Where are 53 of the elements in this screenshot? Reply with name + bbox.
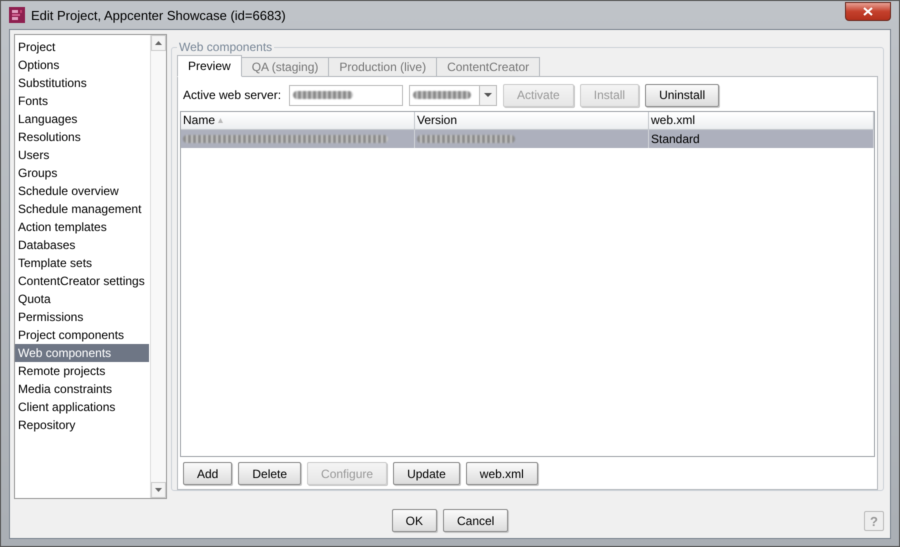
category-item[interactable]: Databases <box>15 236 149 254</box>
action-button[interactable]: web.xml <box>466 462 538 485</box>
server-action-button[interactable]: Uninstall <box>645 84 720 106</box>
sort-icon <box>218 118 224 123</box>
category-item[interactable]: Remote projects <box>15 362 149 380</box>
tab[interactable]: QA (staging) <box>240 57 330 77</box>
scroll-down-button[interactable] <box>151 482 166 498</box>
close-icon <box>863 6 873 16</box>
category-item[interactable]: Web components <box>15 344 149 362</box>
category-item[interactable]: Options <box>15 56 149 74</box>
category-item[interactable]: Repository <box>15 416 149 434</box>
dropdown-arrow-icon <box>484 93 492 97</box>
action-button[interactable]: Delete <box>238 462 302 485</box>
down-arrow-icon <box>155 488 162 492</box>
group-title: Web components <box>178 40 274 54</box>
category-item[interactable]: Client applications <box>15 398 149 416</box>
close-button[interactable] <box>845 2 891 20</box>
dialog-button[interactable]: Cancel <box>442 509 508 532</box>
category-item[interactable]: Languages <box>15 110 149 128</box>
category-item[interactable]: Project <box>15 38 149 56</box>
category-item[interactable]: Schedule overview <box>15 182 149 200</box>
column-header[interactable]: Version <box>415 112 649 129</box>
action-button[interactable]: Update <box>393 462 460 485</box>
up-arrow-icon <box>155 41 162 45</box>
column-header[interactable]: web.xml <box>649 112 874 129</box>
scroll-up-button[interactable] <box>151 35 166 51</box>
tab[interactable]: Preview <box>177 55 242 77</box>
category-item[interactable]: Substitutions <box>15 74 149 92</box>
tab[interactable]: Production (live) <box>328 57 438 77</box>
scrollbar[interactable] <box>150 35 166 498</box>
category-item[interactable]: Fonts <box>15 92 149 110</box>
category-item[interactable]: Schedule management <box>15 200 149 218</box>
category-item[interactable]: Template sets <box>15 254 149 272</box>
server-field[interactable] <box>289 84 404 106</box>
table-cell: Standard <box>651 132 700 146</box>
dialog-button[interactable]: OK <box>392 509 437 532</box>
category-item[interactable]: ContentCreator settings <box>15 272 149 290</box>
window-title: Edit Project, Appcenter Showcase (id=6683) <box>31 8 286 22</box>
column-header[interactable]: Name <box>181 112 415 129</box>
category-item[interactable]: Quota <box>15 290 149 308</box>
category-item[interactable]: Action templates <box>15 218 149 236</box>
category-item[interactable]: Permissions <box>15 308 149 326</box>
category-item[interactable]: Media constraints <box>15 380 149 398</box>
table-row[interactable]: Standard <box>181 130 874 148</box>
category-item[interactable]: Users <box>15 146 149 164</box>
server-label: Active web server: <box>183 88 282 102</box>
action-button[interactable]: Add <box>183 462 232 485</box>
category-item[interactable]: Groups <box>15 164 149 182</box>
server-dropdown[interactable] <box>409 84 498 106</box>
app-logo-icon <box>9 7 25 23</box>
category-item[interactable]: Resolutions <box>15 128 149 146</box>
category-item[interactable]: Project components <box>15 326 149 344</box>
tab[interactable]: ContentCreator <box>436 57 540 77</box>
